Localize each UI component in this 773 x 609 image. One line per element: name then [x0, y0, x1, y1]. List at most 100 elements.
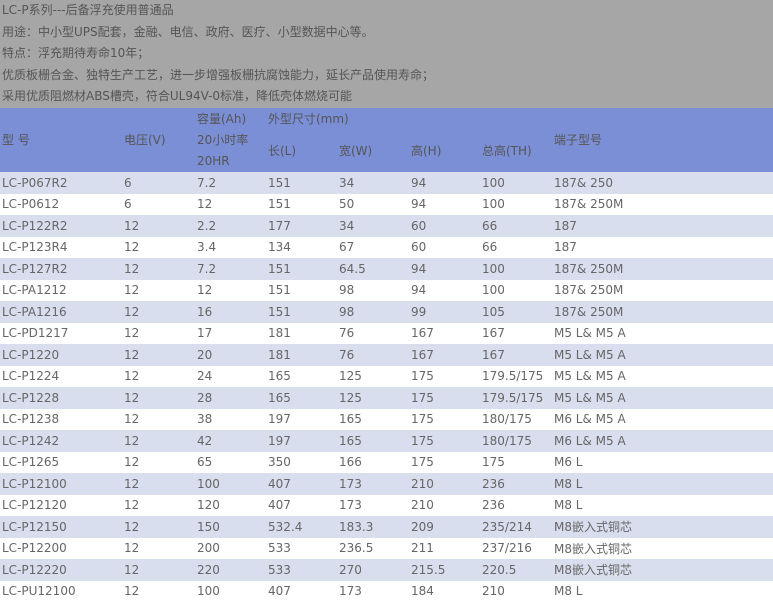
cell-model: LC-P123R4: [0, 236, 122, 258]
cell-capacity: 28: [195, 387, 266, 409]
cell-terminal: M6 L& M5 A: [552, 408, 773, 430]
cell-model: LC-P12200: [0, 537, 122, 559]
cell-model: LC-P1265: [0, 451, 122, 473]
table-row: LC-P127R2 12 7.2 151 64.5 94 100 187& 250M: [0, 258, 773, 280]
cell-total-height: 66: [480, 215, 552, 237]
cell-length: 151: [266, 301, 337, 323]
cell-total-height: 167: [480, 322, 552, 344]
cell-height: 175: [409, 430, 480, 452]
table-row: LC-P12120 12 120 407 173 210 236 M8 L: [0, 494, 773, 516]
cell-capacity: 220: [195, 559, 266, 581]
cell-model: LC-P12220: [0, 559, 122, 581]
cell-total-height: 100: [480, 193, 552, 215]
cell-model: LC-P122R2: [0, 215, 122, 237]
cell-length: 165: [266, 387, 337, 409]
cell-voltage: 12: [122, 516, 195, 538]
cell-height: 175: [409, 408, 480, 430]
cell-height: 175: [409, 451, 480, 473]
cell-terminal: 187: [552, 215, 773, 237]
cell-voltage: 12: [122, 430, 195, 452]
table-row: LC-P067R2 6 7.2 151 34 94 100 187& 250: [0, 172, 773, 194]
cell-capacity: 2.2: [195, 215, 266, 237]
table-row: LC-PA1216 12 16 151 98 99 105 187& 250M: [0, 301, 773, 323]
cell-total-height: 100: [480, 279, 552, 301]
cell-terminal: M8嵌入式铜芯: [552, 559, 773, 581]
cell-height: 210: [409, 473, 480, 495]
cell-model: LC-P127R2: [0, 258, 122, 280]
table-row: LC-P1228 12 28 165 125 175 179.5/175 M5 L& M5 A: [0, 387, 773, 409]
cell-length: 181: [266, 322, 337, 344]
cell-total-height: 180/175: [480, 408, 552, 430]
cell-width: 166: [337, 451, 409, 473]
cell-terminal: M6 L: [552, 451, 773, 473]
cell-length: 533: [266, 537, 337, 559]
cell-voltage: 12: [122, 279, 195, 301]
cell-height: 94: [409, 258, 480, 280]
cell-voltage: 12: [122, 215, 195, 237]
cell-model: LC-P1220: [0, 344, 122, 366]
cell-terminal: 187& 250: [552, 172, 773, 194]
cell-model: LC-PD1217: [0, 322, 122, 344]
header-capacity-line2: 20小时率: [197, 133, 249, 148]
cell-width: 183.3: [337, 516, 409, 538]
cell-width: 173: [337, 580, 409, 602]
table-row: LC-P1242 12 42 197 165 175 180/175 M6 L& M5 A: [0, 430, 773, 452]
cell-width: 165: [337, 430, 409, 452]
cell-voltage: 12: [122, 473, 195, 495]
cell-terminal: 187& 250M: [552, 301, 773, 323]
cell-width: 173: [337, 494, 409, 516]
cell-model: LC-PU12100: [0, 580, 122, 602]
header-voltage: 电压(V): [124, 133, 166, 148]
cell-model: LC-PA1216: [0, 301, 122, 323]
cell-total-height: 100: [480, 172, 552, 194]
table-row: LC-P12220 12 220 533 270 215.5 220.5 M8嵌入式铜芯: [0, 559, 773, 581]
cell-total-height: 237/216: [480, 537, 552, 559]
table-row: LC-P1265 12 65 350 166 175 175 M6 L: [0, 451, 773, 473]
table-row: LC-P12100 12 100 407 173 210 236 M8 L: [0, 473, 773, 495]
cell-height: 99: [409, 301, 480, 323]
cell-model: LC-P1224: [0, 365, 122, 387]
cell-width: 34: [337, 215, 409, 237]
cell-capacity: 200: [195, 537, 266, 559]
header-capacity-line3: 20HR: [197, 154, 230, 169]
cell-height: 211: [409, 537, 480, 559]
cell-capacity: 150: [195, 516, 266, 538]
cell-terminal: 187: [552, 236, 773, 258]
cell-height: 167: [409, 344, 480, 366]
cell-width: 76: [337, 322, 409, 344]
cell-terminal: M8嵌入式铜芯: [552, 537, 773, 559]
cell-voltage: 12: [122, 537, 195, 559]
table-row: LC-P0612 6 12 151 50 94 100 187& 250M: [0, 193, 773, 215]
cell-total-height: 236: [480, 473, 552, 495]
cell-length: 151: [266, 279, 337, 301]
header-dimensions: 外型尺寸(mm): [268, 111, 349, 126]
cell-width: 173: [337, 473, 409, 495]
cell-width: 125: [337, 387, 409, 409]
cell-length: 177: [266, 215, 337, 237]
table-row: LC-P12150 12 150 532.4 183.3 209 235/214 M8嵌入式铜…: [0, 516, 773, 538]
cell-length: 165: [266, 365, 337, 387]
table-row: LC-PA1212 12 12 151 98 94 100 187& 250M: [0, 279, 773, 301]
table-header: 型 号 电压(V) 容量(Ah) 外型尺寸(mm) 端子型号 20小时率 长(L…: [0, 107, 773, 172]
table-body: LC-P067R2 6 7.2 151 34 94 100 187& 250 LC-P0612 6…: [0, 172, 773, 602]
cell-capacity: 42: [195, 430, 266, 452]
header-length: 长(L): [268, 144, 297, 158]
cell-length: 407: [266, 473, 337, 495]
cell-capacity: 7.2: [195, 172, 266, 194]
table-row: LC-P1220 12 20 181 76 167 167 M5 L& M5 A: [0, 344, 773, 366]
cell-height: 167: [409, 322, 480, 344]
cell-capacity: 38: [195, 408, 266, 430]
table-row: LC-P1238 12 38 197 165 175 180/175 M6 L& M5 A: [0, 408, 773, 430]
cell-length: 151: [266, 172, 337, 194]
cell-length: 134: [266, 236, 337, 258]
table-row: LC-P12200 12 200 533 236.5 211 237/216 M8嵌入式铜芯: [0, 537, 773, 559]
cell-model: LC-P1228: [0, 387, 122, 409]
header-total-height: 总高(TH): [482, 144, 532, 158]
intro-line-abs: 采用优质阻燃材ABS槽壳，符合UL94V-0标准，降低壳体燃烧可能: [2, 89, 353, 103]
cell-capacity: 12: [195, 193, 266, 215]
cell-model: LC-P12120: [0, 494, 122, 516]
intro-line-feature: 特点：浮充期待寿命10年；: [2, 46, 150, 60]
cell-terminal: M5 L& M5 A: [552, 322, 773, 344]
cell-height: 210: [409, 494, 480, 516]
cell-height: 60: [409, 236, 480, 258]
